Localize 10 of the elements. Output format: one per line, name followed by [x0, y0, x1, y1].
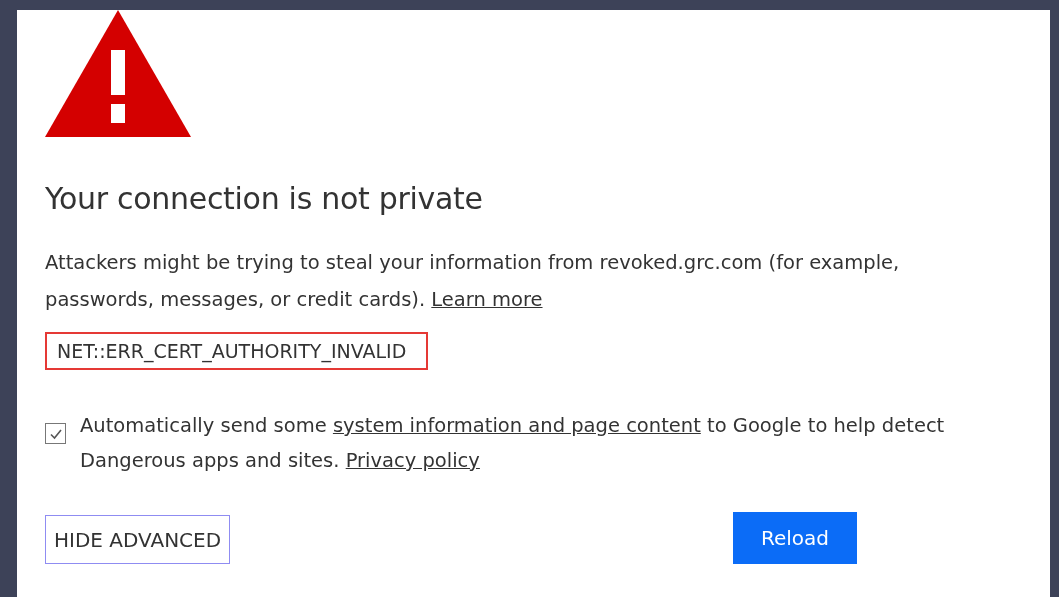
- page-heading: Your connection is not private: [45, 181, 484, 216]
- text-link[interactable]: Privacy policy: [345, 449, 480, 472]
- text-link[interactable]: system information and page content: [332, 414, 701, 437]
- reload-button[interactable]: Reload: [732, 512, 857, 564]
- text-link[interactable]: Learn more: [431, 288, 543, 311]
- hide-advanced-button[interactable]: HIDE ADVANCED: [45, 515, 231, 564]
- description-text: Attackers might be trying to steal your information from revoked.grc.com (for example, passwords, messages, or credit cards). Learn more: [45, 250, 901, 313]
- report-consent-text: Automatically send some system information and page content to Google to help detect Dangerous apps and sites. Privacy policy: [80, 413, 946, 474]
- report-checkbox[interactable]: [45, 423, 66, 444]
- error-code: NET::ERR_CERT_AUTHORITY_INVALID: [45, 332, 429, 370]
